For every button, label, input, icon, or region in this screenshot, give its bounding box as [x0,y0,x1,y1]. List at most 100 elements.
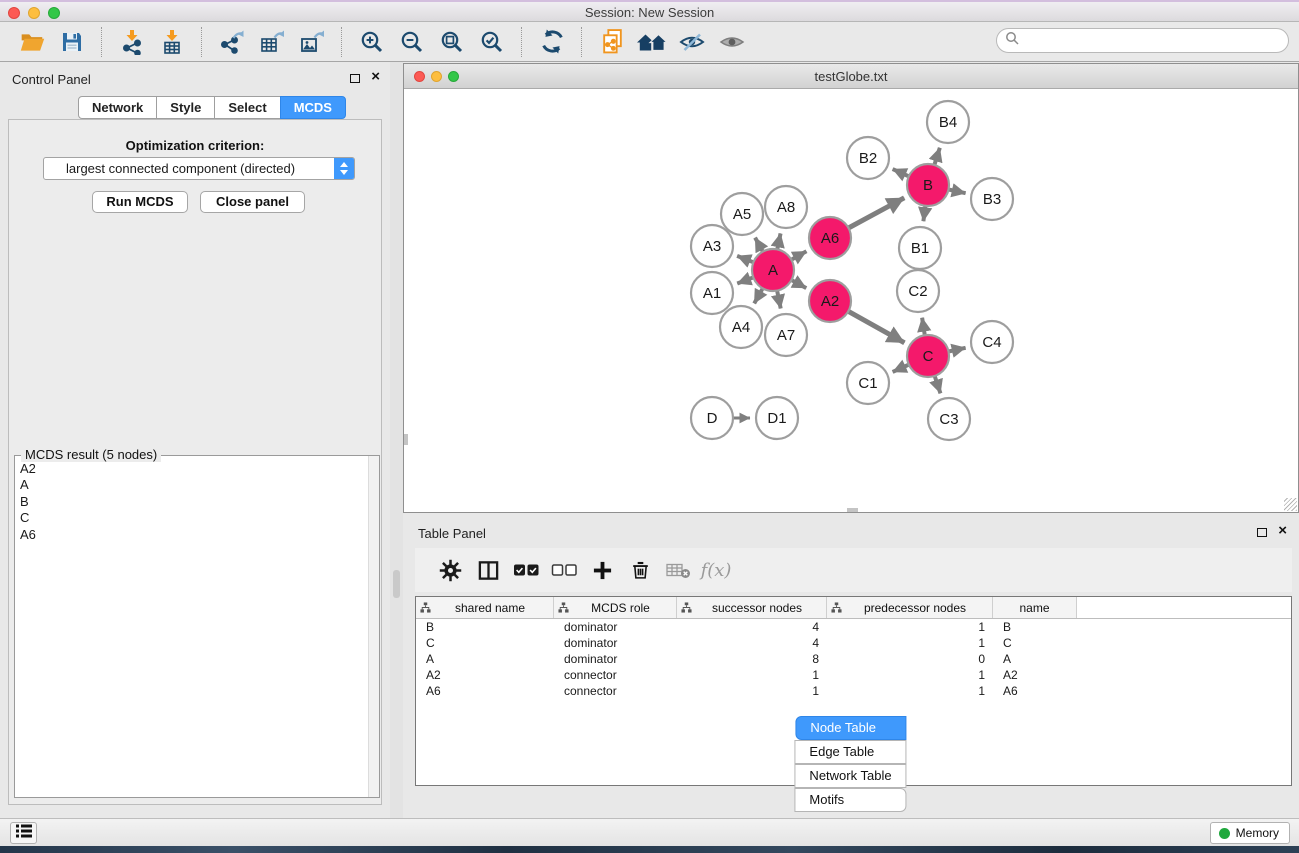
cell-successor-nodes[interactable]: 4 [677,620,827,634]
table-panel-float-button[interactable] [1257,528,1267,537]
add-column-button[interactable] [583,552,621,588]
import-table-button[interactable] [154,25,190,59]
save-session-button[interactable] [54,25,90,59]
table-row[interactable]: Bdominator41B [416,619,1291,635]
cell-shared-name[interactable]: A6 [416,684,554,698]
node-A2[interactable]: A2 [809,280,851,322]
node-A4[interactable]: A4 [720,306,762,348]
cell-predecessor-nodes[interactable]: 1 [827,668,993,682]
node-A8[interactable]: A8 [765,186,807,228]
column-header-mcds-role[interactable]: MCDS role [554,597,677,618]
cell-successor-nodes[interactable]: 1 [677,668,827,682]
toggle-columns-button[interactable] [469,552,507,588]
show-all-button[interactable] [714,25,750,59]
node-C1[interactable]: C1 [847,362,889,404]
table-options-button[interactable] [431,552,469,588]
cell-mcds-role[interactable]: connector [554,684,677,698]
cell-predecessor-nodes[interactable]: 1 [827,620,993,634]
network-canvas[interactable]: B4B2BB3B1A5A8A6A3AA1A2C2A4A7C4CC1C3DD1 [404,89,1298,512]
run-mcds-button[interactable]: Run MCDS [92,191,188,213]
node-C3[interactable]: C3 [928,398,970,440]
tab-network-table[interactable]: Network Table [794,764,906,788]
close-panel-button[interactable]: Close panel [200,191,305,213]
node-A6[interactable]: A6 [809,217,851,259]
node-A[interactable]: A [752,249,794,291]
edge-B-B4[interactable] [934,148,939,165]
zoom-in-button[interactable] [354,25,390,59]
cell-name[interactable]: C [993,636,1077,650]
table-row[interactable]: Adominator80A [416,651,1291,667]
node-A1[interactable]: A1 [691,272,733,314]
tab-motifs[interactable]: Motifs [794,788,906,812]
table-panel-close-button[interactable]: × [1278,522,1287,540]
hide-selected-button[interactable] [674,25,710,59]
delete-column-button[interactable] [621,552,659,588]
export-table-button[interactable] [254,25,290,59]
control-panel-close-button[interactable]: × [371,68,380,86]
refresh-button[interactable] [534,25,570,59]
node-B4[interactable]: B4 [927,101,969,143]
control-panel-float-button[interactable] [350,74,360,83]
import-network-button[interactable] [114,25,150,59]
edge-A-A5[interactable] [755,238,763,252]
home-button[interactable] [634,25,670,59]
edge-A6-B[interactable] [848,198,904,228]
duplicate-network-button[interactable] [594,25,630,59]
cell-shared-name[interactable]: A2 [416,668,554,682]
tab-node-table[interactable]: Node Table [795,716,906,740]
cell-shared-name[interactable]: B [416,620,554,634]
cell-predecessor-nodes[interactable]: 1 [827,684,993,698]
panel-splitter[interactable] [390,62,403,818]
export-network-button[interactable] [214,25,250,59]
zoom-fit-button[interactable] [434,25,470,59]
result-list-item[interactable]: B [20,494,369,510]
edge-B-B3[interactable] [949,189,966,193]
cell-successor-nodes[interactable]: 1 [677,684,827,698]
edge-A-A4[interactable] [754,288,763,303]
edge-A-A1[interactable] [737,277,753,283]
table-row[interactable]: A6connector11A6 [416,683,1291,699]
search-field[interactable] [996,28,1289,53]
edge-A-A8[interactable] [777,233,780,249]
node-A5[interactable]: A5 [721,193,763,235]
cell-name[interactable]: A [993,652,1077,666]
edge-A-A3[interactable] [737,256,753,262]
cell-name[interactable]: A6 [993,684,1077,698]
cell-successor-nodes[interactable]: 4 [677,636,827,650]
export-image-button[interactable] [294,25,330,59]
node-D1[interactable]: D1 [756,397,798,439]
edge-B-B2[interactable] [893,169,909,176]
node-C4[interactable]: C4 [971,321,1013,363]
node-B3[interactable]: B3 [971,178,1013,220]
cell-shared-name[interactable]: C [416,636,554,650]
tab-network[interactable]: Network [78,96,157,119]
result-scrollbar[interactable] [368,456,379,797]
mcds-result-list[interactable]: A2ABCA6 [16,457,369,796]
edge-C-C3[interactable] [935,376,941,393]
node-B[interactable]: B [907,164,949,206]
table-row[interactable]: A2connector11A2 [416,667,1291,683]
cell-mcds-role[interactable]: dominator [554,636,677,650]
cell-predecessor-nodes[interactable]: 1 [827,636,993,650]
edge-B-B1[interactable] [923,206,925,221]
result-list-item[interactable]: C [20,510,369,526]
cell-shared-name[interactable]: A [416,652,554,666]
zoom-selected-button[interactable] [474,25,510,59]
deselect-all-columns-button[interactable] [545,552,583,588]
cell-name[interactable]: A2 [993,668,1077,682]
zoom-out-button[interactable] [394,25,430,59]
criterion-select[interactable]: largest connected component (directed) [43,157,355,180]
cell-name[interactable]: B [993,620,1077,634]
edge-A-A7[interactable] [777,291,781,309]
edge-C-C1[interactable] [893,365,909,372]
table-row[interactable]: Cdominator41C [416,635,1291,651]
task-history-button[interactable] [10,822,37,844]
edge-A-A2[interactable] [791,280,806,288]
edge-C-C2[interactable] [922,318,925,336]
tab-select[interactable]: Select [214,96,280,119]
node-A3[interactable]: A3 [691,225,733,267]
node-D[interactable]: D [691,397,733,439]
result-list-item[interactable]: A2 [20,461,369,477]
network-graph[interactable]: B4B2BB3B1A5A8A6A3AA1A2C2A4A7C4CC1C3DD1 [404,89,1298,512]
network-window-titlebar[interactable]: testGlobe.txt [404,64,1298,89]
